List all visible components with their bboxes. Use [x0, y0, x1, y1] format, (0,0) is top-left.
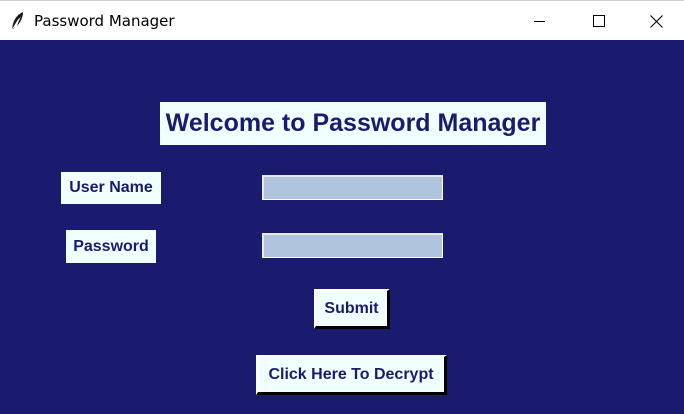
window-title: Password Manager — [34, 12, 175, 30]
title-bar: Password Manager — [0, 0, 684, 40]
username-label: User Name — [61, 172, 161, 204]
password-input[interactable] — [262, 233, 443, 258]
close-button[interactable] — [628, 1, 684, 41]
close-icon — [649, 14, 663, 28]
submit-button[interactable]: Submit — [314, 289, 390, 329]
minimize-button[interactable] — [512, 1, 568, 41]
maximize-button[interactable] — [571, 1, 627, 41]
welcome-heading: Welcome to Password Manager — [160, 102, 546, 145]
decrypt-button[interactable]: Click Here To Decrypt — [256, 355, 447, 395]
feather-icon — [10, 11, 26, 31]
password-label: Password — [66, 230, 156, 263]
window-content: Welcome to Password Manager User Name Pa… — [0, 40, 684, 414]
maximize-icon — [593, 15, 605, 27]
minimize-icon — [534, 15, 546, 27]
username-input[interactable] — [262, 175, 443, 200]
